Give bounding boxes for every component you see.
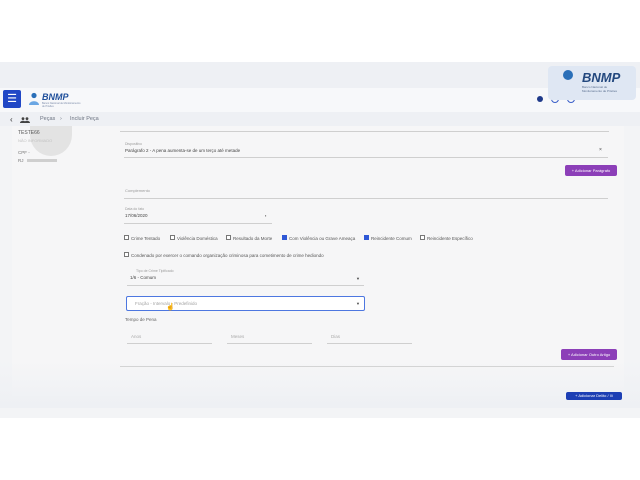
person-cpf: CPF - [18,150,30,155]
regime-select[interactable]: 1/6 - Comum [130,275,156,280]
regime-underline [127,285,364,286]
rg-label: RJ [18,158,24,163]
people-icon [20,117,30,123]
logo-person-icon [29,92,39,105]
date-field[interactable]: 17/06/2020 [125,213,148,218]
person-status: NÃO INFORMADO [18,138,53,143]
person-rg: RJ [18,158,57,163]
breadcrumb-pecas[interactable]: Peças [40,116,55,122]
add-offense-button[interactable]: + Adicionar Delito / Ilí [566,392,622,400]
watermark-title: BNMP [582,70,621,85]
months-field[interactable]: Meses [231,334,244,339]
complement-field[interactable]: Complemento [125,188,150,193]
logo-text: BNMP [42,92,69,102]
mouse-cursor-icon: ☝ [166,304,175,311]
bottom-fade [0,360,640,408]
regime-label: Tipo de Crime Tipificado [136,269,174,273]
years-underline [127,343,212,344]
add-paragraph-button[interactable]: + Adicionar Parágrafo [565,165,617,176]
top-divider [120,131,609,132]
form-panel [12,126,624,396]
redacted-value [26,159,57,163]
pena-label: Tempo de Pena [125,317,157,322]
watermark-person-icon [563,70,573,80]
top-bar [0,88,640,112]
calendar-icon[interactable]: ▪ [265,213,266,218]
back-icon[interactable]: ‹ [10,116,13,124]
info-icon[interactable] [537,96,543,102]
breadcrumb-current: Incluir Peça [70,116,99,122]
chevron-down-icon[interactable]: ▼ [356,301,360,306]
menu-icon[interactable]: ☰ [3,90,21,108]
add-article-button[interactable]: + Adicionar Outro Artigo [561,349,617,360]
watermark-logo: BNMP Banco Nacional de Monitoramento de … [548,66,636,100]
date-underline [124,223,272,224]
days-underline [327,343,412,344]
months-underline [227,343,312,344]
watermark-subtitle: Banco Nacional de Monitoramento de Prisõ… [582,85,618,93]
complement-underline [124,198,608,199]
years-field[interactable]: Anos [131,334,141,339]
regime-arrow-icon[interactable]: ▼ [356,276,360,281]
legal-label: Dispositivo [125,142,142,146]
person-name: TESTE66 [18,130,40,136]
clear-icon[interactable]: × [599,147,602,153]
legal-value[interactable]: Parágrafo 2 - A pena aumenta-se de um te… [125,148,240,153]
cpf-label: CPF - [18,150,30,155]
days-field[interactable]: Dias [331,334,340,339]
fraction-select[interactable]: Fração - Intervalo - Predefinido ▼ [126,296,365,311]
date-label: Data do fato [125,207,145,211]
legal-underline [124,157,608,158]
logo-subtitle: Banco Nacional de Monitoramento de Prisõ… [42,102,81,108]
breadcrumb-separator: › [60,116,62,122]
